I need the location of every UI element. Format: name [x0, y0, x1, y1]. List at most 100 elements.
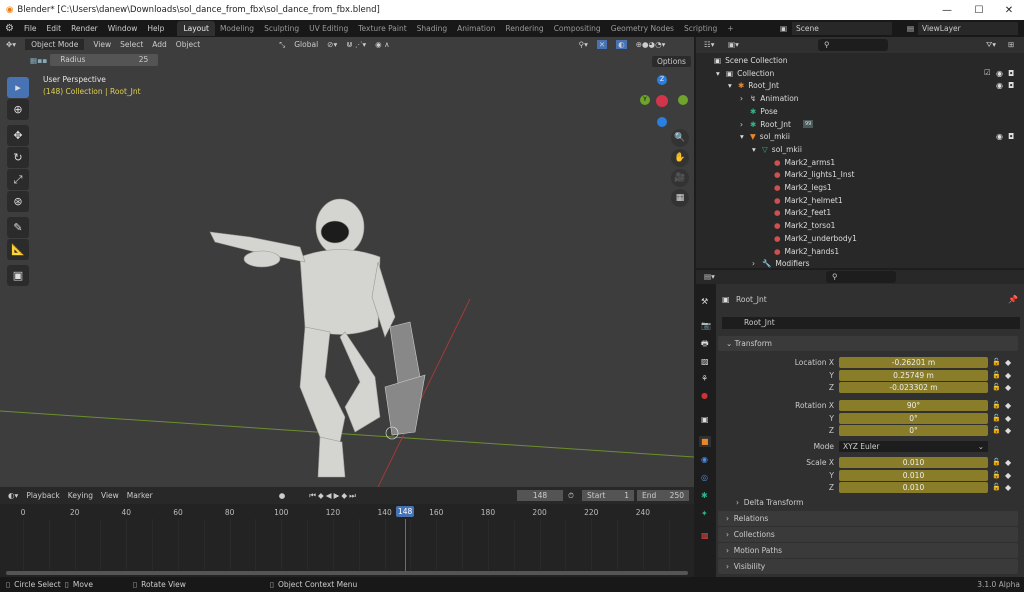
- outliner-item[interactable]: ●Mark2_hands1: [764, 245, 839, 258]
- keyframe-icon[interactable]: ◆: [1005, 482, 1011, 493]
- editor-type-icon[interactable]: ✥▾: [6, 40, 16, 49]
- outliner-item[interactable]: ●Mark2_lights1_Inst: [764, 168, 854, 181]
- scale-tool[interactable]: ⤢: [7, 169, 29, 190]
- timeline-editor-icon[interactable]: ◐▾: [8, 491, 18, 500]
- rotate-tool[interactable]: ↻: [7, 147, 29, 168]
- properties-editor[interactable]: ▤▾ ⚲ ⚒ 📷 🖶 ▨ ⚘ ● ▣ ■ ◉ ◎ ✱ ✦ ▩ ▣ Root_Jn…: [696, 270, 1024, 577]
- menu-playback[interactable]: Playback: [26, 491, 59, 500]
- outliner-item[interactable]: ›✱Root_Jnt99: [740, 118, 813, 131]
- cursor-tool[interactable]: ⊕: [7, 99, 29, 120]
- menu-keying[interactable]: Keying: [68, 491, 93, 500]
- object-tab-icon[interactable]: ■: [699, 436, 711, 447]
- annotate-tool[interactable]: ✎: [7, 217, 29, 238]
- lock-icon[interactable]: 🔓: [992, 382, 1001, 393]
- select-circle-tool[interactable]: ▸: [7, 77, 29, 98]
- record-button[interactable]: ●: [279, 491, 286, 500]
- motion-paths-panel-header[interactable]: › Motion Paths: [718, 543, 1018, 558]
- tab-uv-editing[interactable]: UV Editing: [304, 24, 353, 33]
- menu-marker[interactable]: Marker: [127, 491, 153, 500]
- outliner-item[interactable]: ●Mark2_underbody1: [764, 232, 857, 245]
- radius-field[interactable]: Radius 25: [50, 54, 158, 66]
- 3d-viewport[interactable]: ✥▾ Object Mode View Select Add Object ⤡ …: [0, 37, 694, 487]
- properties-search-input[interactable]: ⚲: [826, 271, 896, 283]
- move-tool[interactable]: ✥: [7, 125, 29, 146]
- tool-tab-icon[interactable]: ⚒: [701, 296, 708, 307]
- gizmo-icon[interactable]: ⚲▾: [579, 40, 588, 49]
- disclosure-triangle-icon[interactable]: ▾: [728, 81, 734, 90]
- close-button[interactable]: ✕: [994, 0, 1024, 20]
- menu-object[interactable]: Object: [176, 40, 200, 49]
- scale-y-field[interactable]: 0.010: [839, 470, 988, 481]
- playback-controls[interactable]: ⏮◆◀▶◆⏭: [309, 491, 358, 501]
- grid-perspective-icon[interactable]: ▦: [671, 189, 689, 207]
- viewlayer-icon[interactable]: ▤: [902, 24, 919, 33]
- timeline-scrollbar[interactable]: [6, 571, 688, 575]
- menu-help[interactable]: Help: [142, 24, 169, 33]
- minimize-button[interactable]: —: [932, 0, 962, 20]
- gizmo-neg-z[interactable]: [657, 117, 667, 127]
- world-tab-icon[interactable]: ●: [701, 390, 708, 401]
- outliner-item[interactable]: ▾▣Collection: [716, 67, 774, 80]
- keyframe-icon[interactable]: ◆: [1005, 370, 1011, 381]
- gizmo-neg-y[interactable]: [678, 95, 688, 105]
- start-field[interactable]: Start1: [582, 490, 634, 501]
- tab-animation[interactable]: Animation: [452, 24, 500, 33]
- transform-panel-header[interactable]: ⌄ Transform: [718, 336, 1018, 351]
- outliner-item[interactable]: ›↯Animation: [740, 92, 799, 105]
- lock-icon[interactable]: 🔓: [992, 413, 1001, 424]
- add-workspace-button[interactable]: +: [722, 24, 738, 33]
- physics-tab-icon[interactable]: ◉: [701, 454, 708, 465]
- tab-shading[interactable]: Shading: [412, 24, 452, 33]
- rotation-z-field[interactable]: 0°: [839, 425, 988, 436]
- location-x-field[interactable]: -0.26201 m: [839, 357, 988, 368]
- options-button[interactable]: Options: [652, 56, 691, 67]
- menu-add[interactable]: Add: [152, 40, 167, 49]
- output-tab-icon[interactable]: 🖶: [701, 338, 709, 349]
- camera-render-icon[interactable]: ◘: [1008, 68, 1014, 79]
- disclosure-triangle-icon[interactable]: ›: [752, 259, 758, 268]
- location-y-field[interactable]: 0.25749 m: [839, 370, 988, 381]
- outliner-item[interactable]: ▾▼sol_mkii: [740, 130, 790, 143]
- pin-icon[interactable]: 📌: [1008, 294, 1018, 305]
- tab-layout[interactable]: Layout: [177, 21, 215, 36]
- rotation-x-field[interactable]: 90°: [839, 400, 988, 411]
- measure-tool[interactable]: 📐: [7, 239, 29, 260]
- tab-sculpting[interactable]: Sculpting: [259, 24, 304, 33]
- lock-icon[interactable]: 🔓: [992, 457, 1001, 468]
- outliner-search-input[interactable]: ⚲: [818, 39, 888, 51]
- overlays-icon[interactable]: ✕: [597, 40, 607, 49]
- scale-z-field[interactable]: 0.010: [839, 482, 988, 493]
- tab-geometry-nodes[interactable]: Geometry Nodes: [606, 24, 679, 33]
- properties-editor-icon[interactable]: ▤▾: [704, 272, 715, 281]
- keyframe-icon[interactable]: ◆: [1005, 382, 1011, 393]
- menu-file[interactable]: File: [19, 24, 42, 33]
- tab-compositing[interactable]: Compositing: [549, 24, 606, 33]
- disclosure-triangle-icon[interactable]: ▾: [752, 145, 758, 154]
- navigation-gizmo[interactable]: Z X Y: [636, 75, 688, 127]
- xray-icon[interactable]: ◐: [616, 40, 627, 49]
- disclosure-triangle-icon[interactable]: ▾: [716, 69, 722, 78]
- viewlayer-selector[interactable]: ViewLayer: [918, 22, 1018, 35]
- outliner-item[interactable]: ▾▽sol_mkii: [752, 143, 802, 156]
- shading-modes-icon[interactable]: ⊕●◕◔▾: [636, 40, 666, 49]
- relations-panel-header[interactable]: › Relations: [718, 511, 1018, 526]
- outliner-item[interactable]: ●Mark2_torso1: [764, 219, 835, 232]
- add-cube-tool[interactable]: ▣: [7, 265, 29, 286]
- eye-icon[interactable]: ◉: [996, 131, 1003, 142]
- camera-icon[interactable]: 🎥: [671, 169, 689, 187]
- blender-menu-icon[interactable]: ⚙: [0, 23, 19, 34]
- menu-view[interactable]: View: [93, 40, 111, 49]
- menu-window[interactable]: Window: [103, 24, 143, 33]
- keyframe-icon[interactable]: ◆: [1005, 470, 1011, 481]
- orientation-icon[interactable]: ⤡: [279, 40, 285, 50]
- outliner-item[interactable]: ●Mark2_arms1: [764, 156, 835, 169]
- outliner-item[interactable]: ▾✱Root_Jnt: [728, 79, 779, 92]
- outliner-item[interactable]: ▣Scene Collection: [704, 54, 787, 67]
- lock-icon[interactable]: 🔓: [992, 370, 1001, 381]
- delta-transform-header[interactable]: › Delta Transform: [736, 498, 803, 507]
- location-z-field[interactable]: -0.023302 m: [839, 382, 988, 393]
- tab-scripting[interactable]: Scripting: [679, 24, 722, 33]
- tab-modeling[interactable]: Modeling: [215, 24, 259, 33]
- object-name-field[interactable]: Root_Jnt: [722, 317, 1020, 329]
- camera-render-icon[interactable]: ◘: [1008, 131, 1014, 142]
